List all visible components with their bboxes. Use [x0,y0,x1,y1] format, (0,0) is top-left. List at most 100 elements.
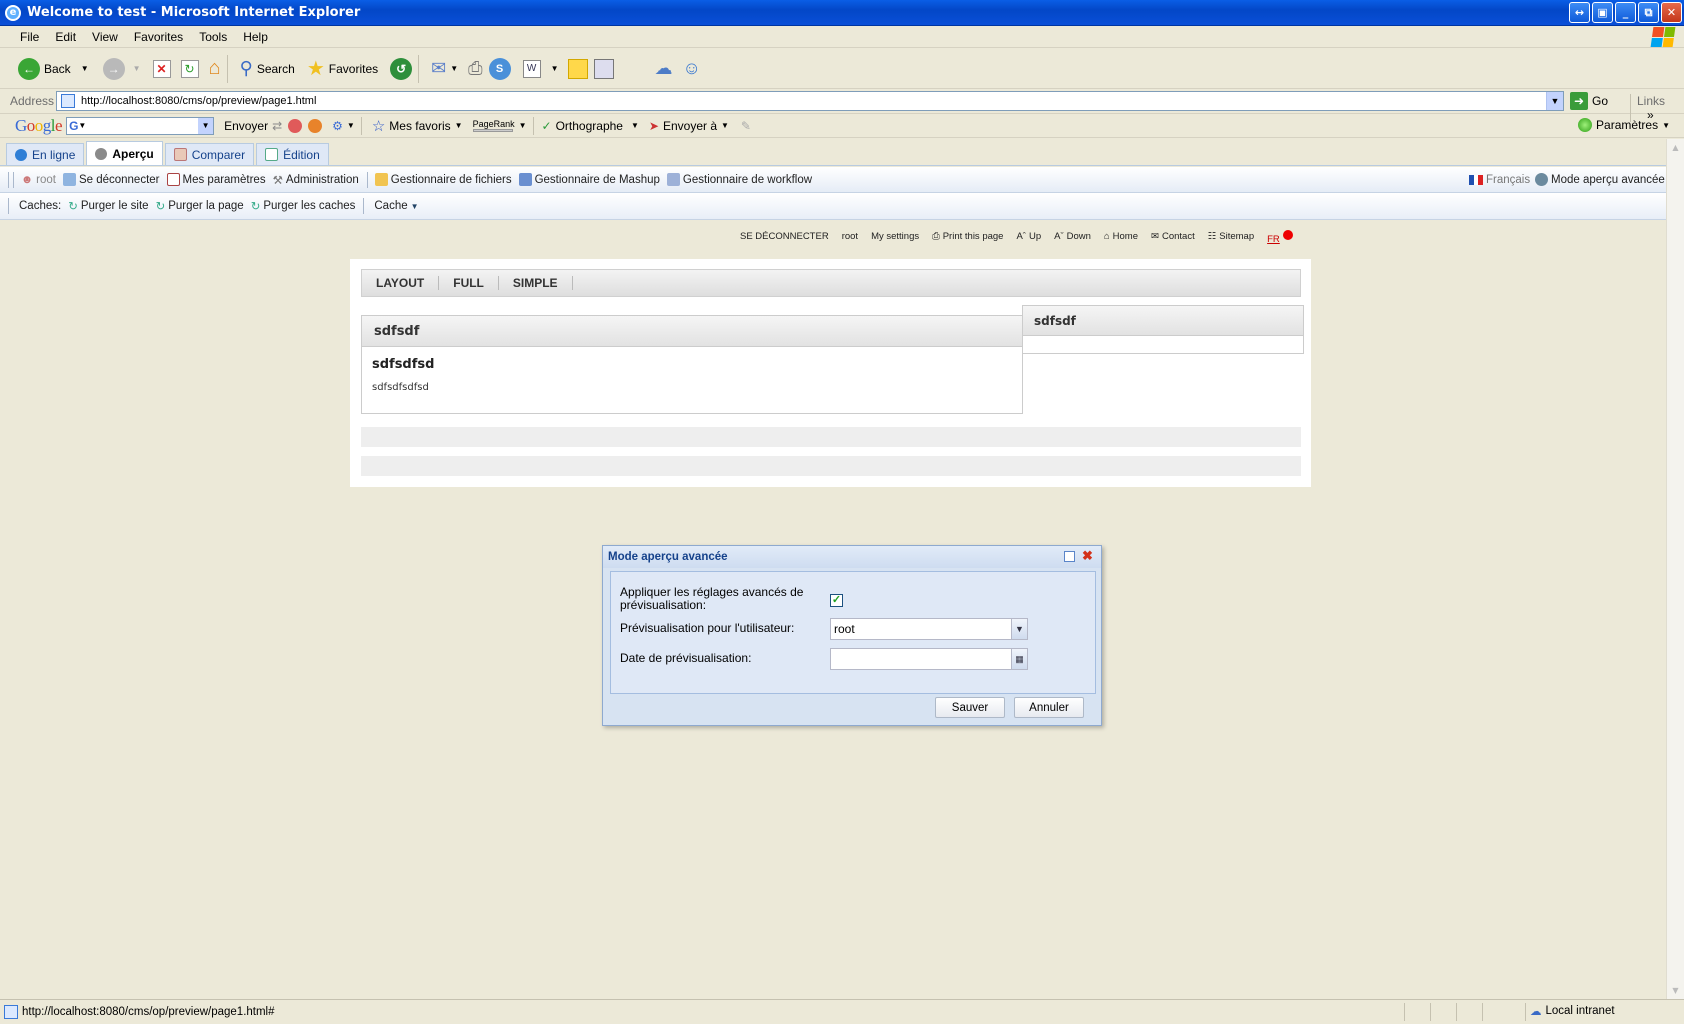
menu-favorites[interactable]: Favorites [126,30,191,44]
administration-button[interactable]: ⚒ Administration [273,173,359,187]
page-settings-link[interactable]: My settings [871,231,919,242]
highlighter-icon[interactable]: ✎ [741,119,751,133]
nav-full[interactable]: FULL [439,276,499,290]
close-icon[interactable]: ✖ [1081,549,1094,563]
mashup-manager-button[interactable]: Gestionnaire de Mashup [518,173,660,186]
mes-favoris-button[interactable]: ☆ Mes favoris ▼ [372,117,463,135]
messenger-button[interactable]: S [488,57,511,80]
history-button[interactable]: ↺ [390,57,413,80]
printer-icon: ⎙ [932,231,940,242]
user-indicator: ☻ root [21,173,56,186]
options-button[interactable]: ⚙ ▼ [332,119,355,133]
settings-button[interactable]: Mes paramètres [166,173,266,186]
close-button[interactable]: ✕ [1661,2,1682,23]
up-link[interactable]: Aˆ Up [1016,231,1041,242]
down-link[interactable]: Aˇ Down [1054,231,1091,242]
language-link[interactable]: FR [1267,229,1293,245]
advanced-preview-button[interactable]: Mode aperçu avancée [1535,173,1665,186]
nav-simple[interactable]: SIMPLE [499,276,573,290]
tab-edition[interactable]: Édition [256,143,329,165]
menu-edit[interactable]: Edit [47,30,84,44]
tab-en-ligne[interactable]: En ligne [6,143,85,165]
edit-icon [265,148,279,161]
preview-date-field[interactable]: ▦ [830,648,1028,670]
google-search-input[interactable]: G ▼ ▼ [66,116,215,135]
word-icon: W [522,59,541,78]
user-icon: ☻ [21,173,34,186]
mail-button[interactable]: ✉ ▼ [431,58,458,79]
purge-caches-button[interactable]: ↻ Purger les caches [251,199,356,213]
chevron-down-icon[interactable]: ▼ [198,117,214,134]
page-user-link[interactable]: root [842,231,858,242]
menu-file[interactable]: File [12,30,47,44]
orthographe-button[interactable]: ✓ Orthographe ▼ [542,119,639,133]
refresh-button[interactable]: ↻ [180,59,199,78]
content-strip [361,456,1301,476]
tab-apercu[interactable]: Aperçu [86,141,163,165]
restore-tile-icon[interactable]: ▣ [1592,2,1613,23]
edit-word-button[interactable]: W ▼ [522,59,558,78]
logout-button[interactable]: Se déconnecter [62,173,160,186]
autofill-icon[interactable] [308,118,323,133]
stop-button[interactable]: ✕ [152,59,171,78]
vertical-scrollbar[interactable]: ▲ ▼ [1666,139,1684,999]
purge-site-button[interactable]: ↻ Purger le site [68,199,148,213]
purge-page-button[interactable]: ↻ Purger la page [156,199,244,213]
back-button[interactable]: ← Back ▼ [18,57,89,80]
calendar-icon[interactable]: ▦ [1011,648,1028,670]
tab-comparer[interactable]: Comparer [164,143,255,165]
nav-layout[interactable]: LAYOUT [362,276,440,290]
print-button[interactable]: ⎙ [468,58,482,79]
chevron-down-icon[interactable]: ▼ [1011,618,1028,640]
envoyer-a-button[interactable]: ➤ Envoyer à ▼ [649,119,729,133]
page-logout-link[interactable]: SE DÉCONNECTER [740,231,829,242]
favorites-button[interactable]: ★ Favorites [307,56,378,81]
cache-menu-button[interactable]: Cache ▼ [374,200,418,212]
envoyer-button[interactable]: Envoyer ⇄ [224,119,282,133]
home-button[interactable]: ⌂ [209,57,221,80]
users-button[interactable]: ☺ [682,58,700,79]
address-input[interactable]: http://localhost:8080/cms/op/preview/pag… [56,91,1564,111]
menu-help[interactable]: Help [235,30,276,44]
chevron-down-icon: ▼ [132,64,141,73]
save-button[interactable]: Sauver [935,697,1005,718]
go-arrow-icon: ➜ [1570,92,1588,110]
file-manager-button[interactable]: Gestionnaire de fichiers [374,173,512,186]
mode-tabs: En ligne Aperçu Comparer Édition [0,139,1666,166]
forward-button[interactable]: → ▼ [102,57,141,80]
scroll-down-icon[interactable]: ▼ [1667,982,1684,999]
google-logo[interactable]: Google [15,116,63,136]
main-box-body: sdfsdfsdfsd [372,382,429,393]
parametres-button[interactable]: Paramètres ▼ [1578,118,1670,132]
preview-user-combo[interactable]: root ▼ [830,618,1028,640]
restore-button[interactable]: ⧉ [1638,2,1659,23]
workflow-manager-button[interactable]: Gestionnaire de workflow [666,173,812,186]
block-popups-icon[interactable] [288,118,303,133]
language-selector[interactable]: Français [1469,174,1530,186]
print-link[interactable]: ⎙ Print this page [932,231,1003,242]
network-button[interactable]: ☁ [654,58,672,79]
minimize-button[interactable]: _ [1615,2,1636,23]
security-zone[interactable]: ☁ Local intranet [1530,1004,1615,1018]
content-strip [361,427,1301,447]
research-button[interactable] [594,58,615,79]
contact-link[interactable]: ✉ Contact [1151,231,1195,242]
menu-tools[interactable]: Tools [191,30,235,44]
maximize-icon[interactable] [1064,551,1075,562]
jahia-toolbar: ☻ root Se déconnecter Mes paramètres ⚒ Adm… [0,167,1666,193]
note-button[interactable] [568,58,589,79]
go-button[interactable]: ➜ Go [1570,92,1608,110]
dialog-form: Appliquer les réglages avancés de prévis… [610,571,1096,694]
sitemap-link[interactable]: ☷ Sitemap [1208,231,1254,242]
resize-icon[interactable]: ↔ [1569,2,1590,23]
scroll-up-icon[interactable]: ▲ [1667,139,1684,156]
menu-view[interactable]: View [84,30,126,44]
home-link[interactable]: ⌂ Home [1104,231,1138,242]
chevron-down-icon[interactable]: ▼ [1546,92,1563,110]
back-arrow-icon: ← [18,57,40,80]
pagerank-button[interactable]: PageRank ▼ [472,119,527,132]
page-navigation: LAYOUT FULL SIMPLE [361,269,1301,297]
apply-settings-checkbox[interactable]: ✓ [830,594,843,607]
cancel-button[interactable]: Annuler [1014,697,1084,718]
search-button[interactable]: ⚲ Search [240,58,295,79]
